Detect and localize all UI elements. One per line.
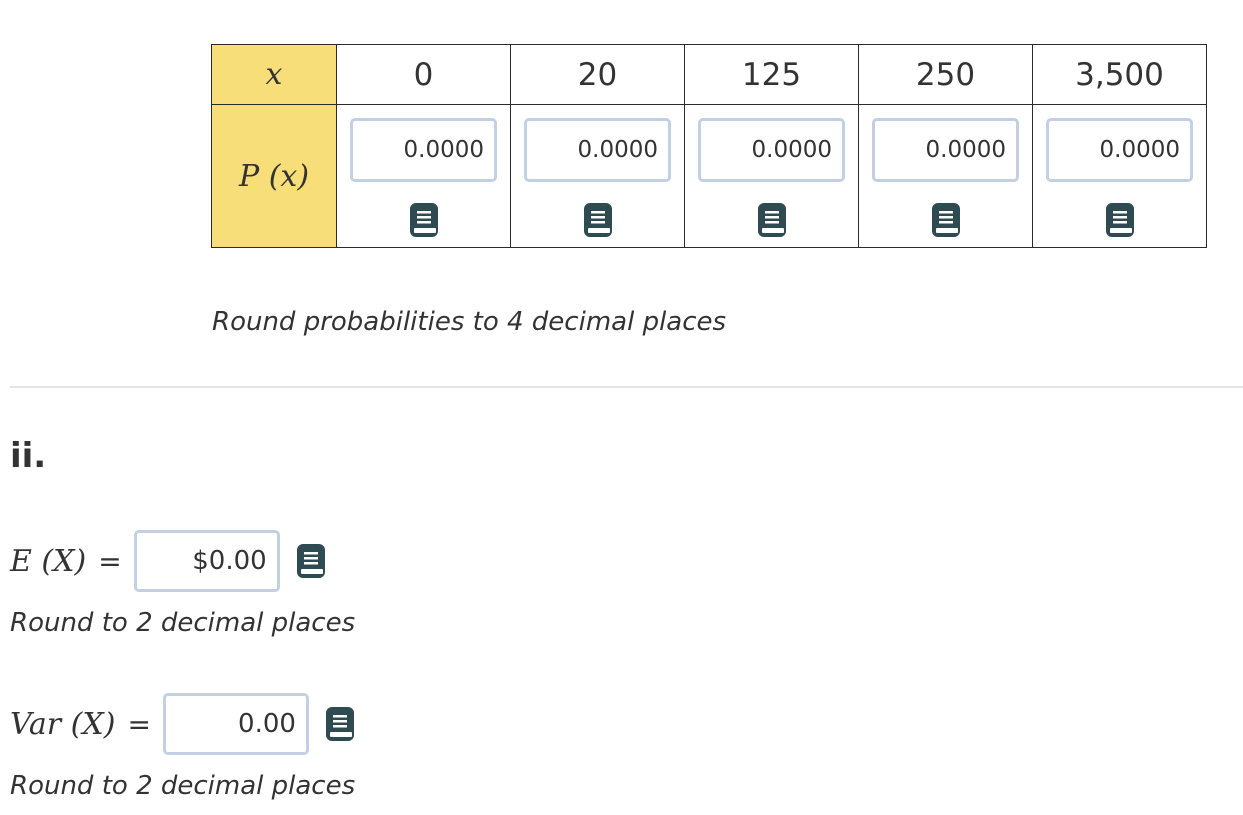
probability-input[interactable] xyxy=(698,118,845,182)
probability-cell xyxy=(510,104,685,248)
probability-cell xyxy=(684,104,859,248)
x-value-cell: 0 xyxy=(336,44,511,105)
probability-input[interactable] xyxy=(350,118,497,182)
probability-cell xyxy=(1032,104,1207,248)
probability-input[interactable] xyxy=(1046,118,1193,182)
variance-label: Var (X) xyxy=(10,706,116,742)
book-icon[interactable] xyxy=(325,706,355,742)
book-icon[interactable] xyxy=(757,202,787,238)
book-icon[interactable] xyxy=(296,543,326,579)
x-value: 0 xyxy=(413,56,434,93)
probability-input[interactable] xyxy=(872,118,1019,182)
x-values-row: x 0 20 125 250 3,500 xyxy=(211,44,1207,105)
x-value-cell: 3,500 xyxy=(1032,44,1207,105)
equals-sign: = xyxy=(127,707,151,741)
expectation-row: E (X) = xyxy=(10,530,326,592)
probability-row: P (x) xyxy=(211,104,1207,248)
book-icon[interactable] xyxy=(1105,202,1135,238)
x-header-label: x xyxy=(265,57,283,92)
equals-sign: = xyxy=(98,544,122,578)
expectation-input[interactable] xyxy=(133,530,280,592)
book-icon[interactable] xyxy=(409,202,439,238)
section-divider xyxy=(10,386,1243,388)
variance-input[interactable] xyxy=(162,693,309,755)
x-value-cell: 20 xyxy=(510,44,685,105)
x-value-cell: 125 xyxy=(684,44,859,105)
x-value: 250 xyxy=(915,56,976,93)
x-value: 20 xyxy=(577,56,618,93)
variance-row: Var (X) = xyxy=(10,693,355,755)
expectation-rounding-hint: Round to 2 decimal places xyxy=(10,608,356,638)
p-header-cell: P (x) xyxy=(211,104,337,248)
probability-rounding-hint: Round probabilities to 4 decimal places xyxy=(212,307,727,337)
probability-cell xyxy=(858,104,1033,248)
book-icon[interactable] xyxy=(931,202,961,238)
probability-table: x 0 20 125 250 3,500 P (x) xyxy=(211,44,1207,248)
part-ii-label: ii. xyxy=(10,436,47,476)
book-icon[interactable] xyxy=(583,202,613,238)
p-header-label: P (x) xyxy=(238,158,310,194)
expectation-label: E (X) xyxy=(10,543,87,579)
x-value-cell: 250 xyxy=(858,44,1033,105)
x-header-cell: x xyxy=(211,44,337,105)
x-value: 3,500 xyxy=(1075,56,1164,93)
probability-input[interactable] xyxy=(524,118,671,182)
x-value: 125 xyxy=(741,56,802,93)
variance-rounding-hint: Round to 2 decimal places xyxy=(10,771,356,801)
probability-cell xyxy=(336,104,511,248)
